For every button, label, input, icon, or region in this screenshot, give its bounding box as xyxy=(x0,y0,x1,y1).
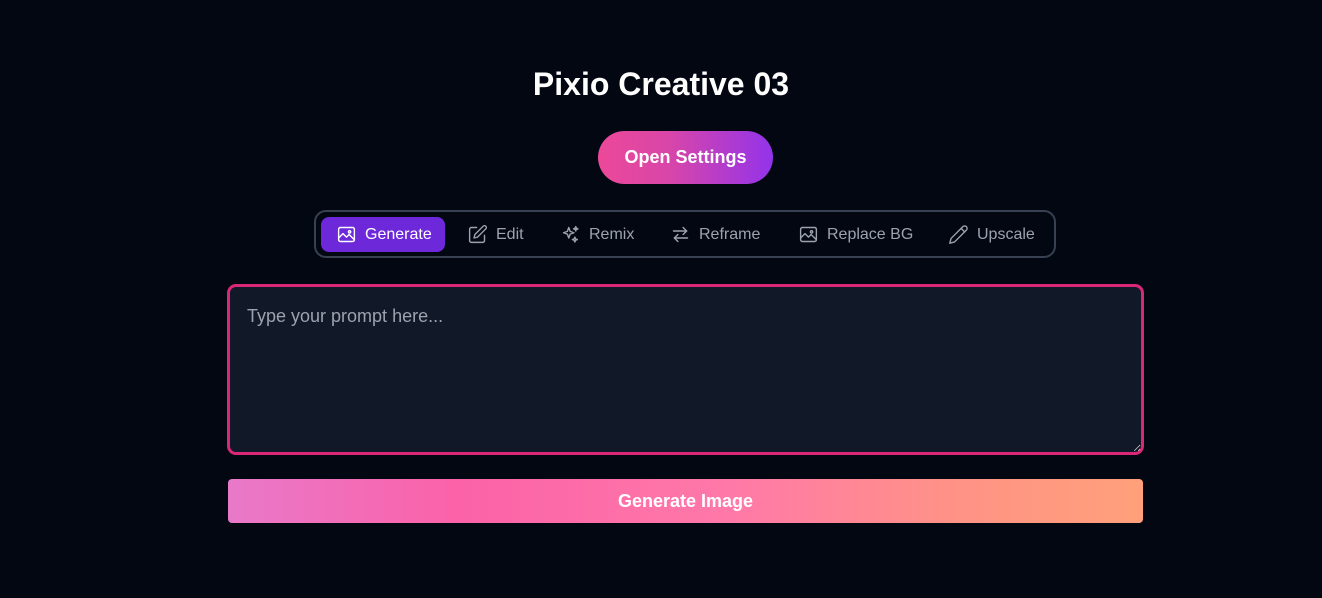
prompt-input[interactable] xyxy=(227,284,1144,455)
tab-label: Remix xyxy=(589,225,635,243)
pencil-square-icon xyxy=(466,224,488,246)
sparkles-icon xyxy=(559,224,581,246)
image-icon xyxy=(335,224,357,246)
tab-label: Upscale xyxy=(977,225,1035,243)
mode-tabs: Generate Edit Remix Reframe Replace BG U… xyxy=(314,210,1056,258)
tab-reframe[interactable]: Reframe xyxy=(669,217,779,252)
tab-label: Generate xyxy=(365,225,432,243)
image-icon xyxy=(797,224,819,246)
page: Pixio Creative 03 Open Settings Generate… xyxy=(0,0,1322,598)
arrows-swap-icon xyxy=(669,224,691,246)
tab-replace-bg[interactable]: Replace BG xyxy=(797,217,927,252)
tab-label: Replace BG xyxy=(827,225,914,243)
pencil-icon xyxy=(947,224,969,246)
tab-edit[interactable]: Edit xyxy=(466,217,546,252)
page-title: Pixio Creative 03 xyxy=(532,66,790,102)
open-settings-button[interactable]: Open Settings xyxy=(598,131,773,184)
tab-label: Reframe xyxy=(699,225,761,243)
tab-remix[interactable]: Remix xyxy=(559,217,649,252)
tab-generate[interactable]: Generate xyxy=(321,217,445,252)
tab-upscale[interactable]: Upscale xyxy=(947,217,1047,252)
tab-label: Edit xyxy=(496,225,524,243)
generate-image-button[interactable]: Generate Image xyxy=(228,479,1143,523)
